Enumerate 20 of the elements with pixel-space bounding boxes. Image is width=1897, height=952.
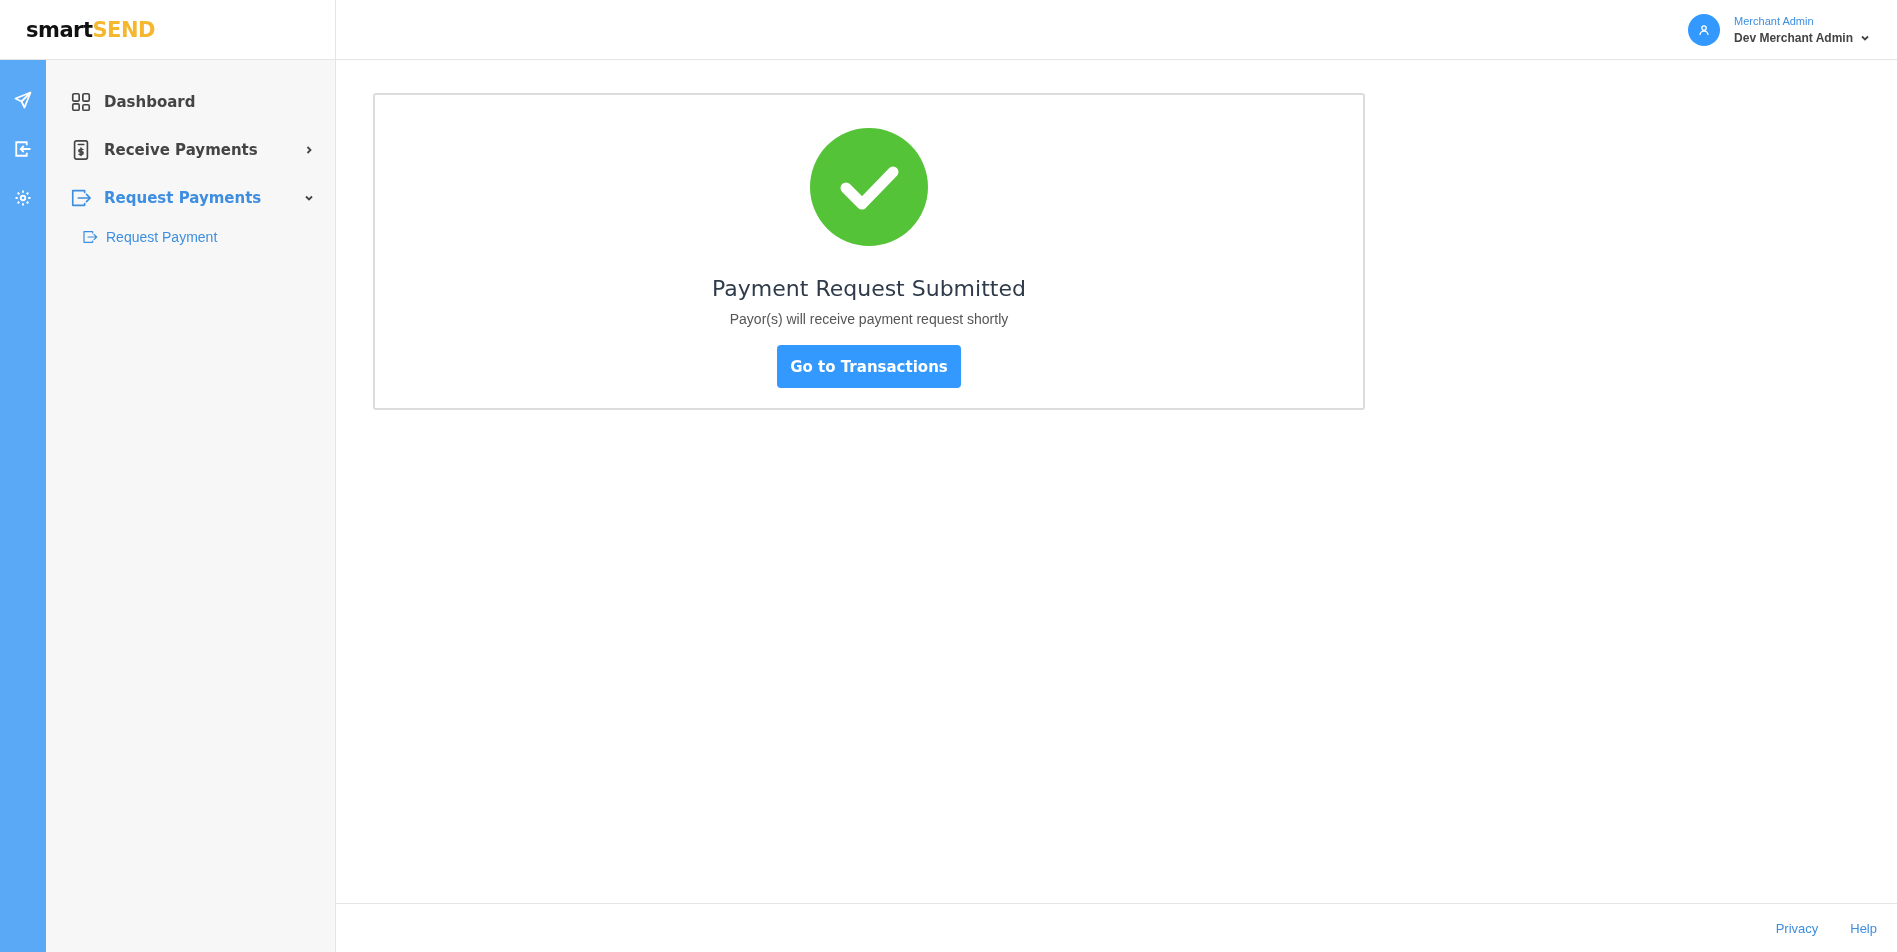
- sidebar-item[interactable]: Receive Payments: [46, 126, 335, 174]
- sidebar-subitem[interactable]: Request Payment: [46, 222, 335, 252]
- card-message: Payor(s) will receive payment request shortly: [729, 311, 1009, 327]
- sidebar-item[interactable]: Dashboard: [46, 78, 335, 126]
- grid-icon: [70, 91, 92, 113]
- logo[interactable]: smartSEND: [26, 17, 155, 42]
- user-role: Merchant Admin: [1734, 14, 1815, 27]
- exit-icon: [82, 229, 98, 245]
- sidebar-item[interactable]: Request Payments: [46, 174, 335, 222]
- settings-icon[interactable]: [14, 189, 32, 207]
- user-menu[interactable]: Dev Merchant Admin: [1734, 30, 1871, 45]
- success-check-icon: [810, 128, 928, 246]
- send-icon[interactable]: [14, 91, 32, 109]
- transactions-button[interactable]: Go to Transactions: [777, 345, 961, 388]
- exit-icon: [70, 187, 92, 209]
- exit-icon[interactable]: [14, 140, 32, 158]
- footer-link[interactable]: Help: [1850, 920, 1877, 936]
- avatar-icon[interactable]: [1688, 13, 1721, 46]
- card-title: Payment Request Submitted: [712, 276, 1026, 301]
- footer-link[interactable]: Privacy: [1775, 920, 1819, 936]
